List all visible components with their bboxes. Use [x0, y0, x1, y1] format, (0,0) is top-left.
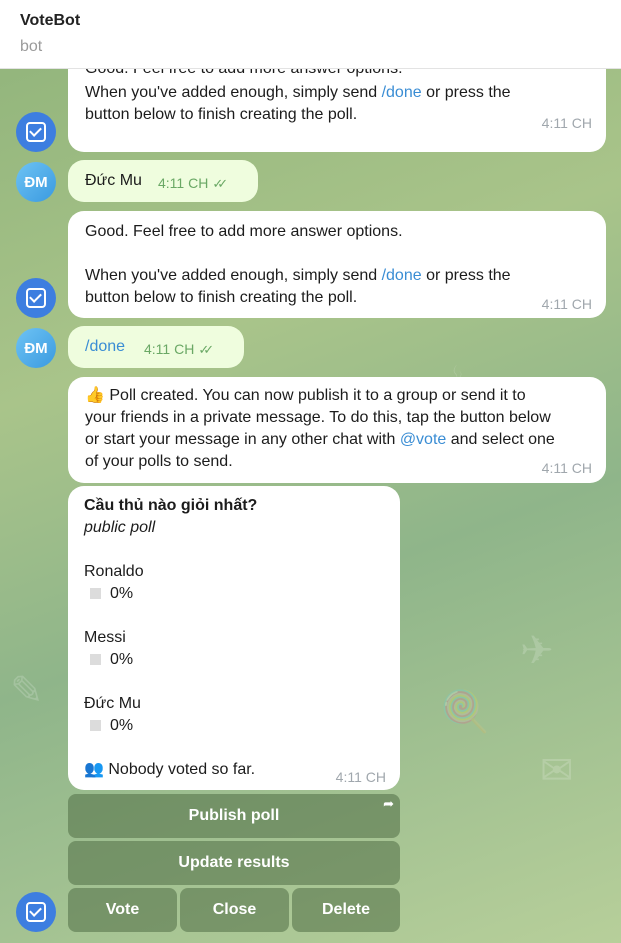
message-time: 4:11 CH ✓✓	[158, 175, 228, 191]
poll-option-percent: 0%	[110, 651, 134, 668]
poll-option-percent: 0%	[110, 585, 134, 602]
chat-area[interactable]: ☕ ✈ 🍭 ✉ ✎ Good. Feel free to add more an…	[0, 68, 621, 943]
delete-button[interactable]: Delete	[292, 888, 400, 932]
poll-footer: 👥 Nobody voted so far.	[84, 761, 256, 778]
command-link[interactable]: /done	[382, 84, 422, 101]
doodle-icon: ✎	[10, 669, 44, 713]
message-text: button below to finish creating the poll…	[85, 106, 358, 123]
message-bubble[interactable]: Good. Feel free to add more answer optio…	[68, 211, 606, 318]
poll-bubble[interactable]: Cầu thủ nào giỏi nhất? public poll Ronal…	[68, 486, 400, 790]
poll-option[interactable]: Ronaldo 0%	[84, 561, 144, 605]
message-time: 4:11 CH	[541, 460, 592, 476]
user-message-bubble[interactable]: /done 4:11 CH ✓✓	[68, 326, 244, 368]
message-text: your friends in a private message. To do…	[85, 409, 551, 426]
message-text: of your polls to send.	[85, 453, 233, 470]
message-text: Good. Feel free to add more answer optio…	[85, 223, 403, 240]
command-link[interactable]: /done	[382, 267, 422, 284]
poll-type: public poll	[84, 519, 156, 536]
message-time: 4:11 CH	[335, 769, 386, 785]
users-icon: 👥	[84, 761, 104, 778]
poll-option[interactable]: Đức Mu 0%	[84, 693, 141, 737]
user-avatar[interactable]: ĐM	[16, 162, 56, 202]
chat-title: VoteBot	[20, 12, 81, 29]
message-text: When you've added enough, simply send /d…	[85, 84, 511, 101]
checkbox-icon	[26, 902, 46, 922]
message-text: Good. Feel free to add more answer optio…	[85, 68, 403, 77]
poll-option-name: Ronaldo	[84, 563, 144, 580]
poll-option-name: Đức Mu	[84, 695, 141, 712]
mention-link[interactable]: @vote	[400, 431, 446, 448]
message-text: /done	[85, 338, 126, 355]
poll-option-percent: 0%	[110, 717, 134, 734]
user-message-bubble[interactable]: Đức Mu 4:11 CH ✓✓	[68, 160, 258, 202]
message-time: 4:11 CH	[541, 296, 592, 312]
poll-option[interactable]: Messi 0%	[84, 627, 133, 671]
bot-avatar[interactable]	[16, 892, 56, 932]
button-label: Close	[212, 901, 257, 918]
close-button[interactable]: Close	[180, 888, 289, 932]
message-text: Đức Mu	[85, 172, 142, 189]
checkbox-icon	[26, 288, 46, 308]
poll-bar	[90, 720, 101, 732]
message-text: 👍 Poll created. You can now publish it t…	[85, 387, 526, 404]
double-check-icon: ✓✓	[198, 342, 214, 357]
chat-subtitle: bot	[20, 38, 43, 55]
message-time: 4:11 CH	[541, 115, 592, 131]
bot-avatar[interactable]	[16, 278, 56, 318]
doodle-icon: ✉	[540, 749, 574, 793]
message-text: or start your message in any other chat …	[85, 431, 555, 448]
poll-question: Cầu thủ nào giỏi nhất?	[84, 497, 258, 514]
message-bubble[interactable]: Good. Feel free to add more answer optio…	[68, 68, 606, 152]
poll-bar	[90, 588, 101, 600]
chat-header[interactable]: VoteBot bot	[0, 0, 621, 69]
message-bubble[interactable]: 👍 Poll created. You can now publish it t…	[68, 377, 606, 483]
publish-poll-button[interactable]: Publish poll ➦	[68, 794, 400, 838]
button-label: Vote	[105, 901, 140, 918]
share-arrow-icon: ➦	[383, 796, 394, 811]
button-label: Delete	[321, 901, 371, 918]
double-check-icon: ✓✓	[212, 176, 228, 191]
message-text: button below to finish creating the poll…	[85, 289, 358, 306]
checkbox-icon	[26, 122, 46, 142]
thumbs-up-icon: 👍	[85, 387, 105, 404]
doodle-icon: ✈	[520, 629, 554, 673]
button-label: Publish poll	[188, 807, 280, 824]
vote-button[interactable]: Vote	[68, 888, 177, 932]
message-text: When you've added enough, simply send /d…	[85, 267, 511, 284]
user-avatar[interactable]: ĐM	[16, 328, 56, 368]
doodle-icon: 🍭	[440, 690, 490, 734]
bot-avatar[interactable]	[16, 112, 56, 152]
update-results-button[interactable]: Update results	[68, 841, 400, 885]
poll-option-name: Messi	[84, 629, 126, 646]
button-label: Update results	[178, 854, 290, 871]
poll-bar	[90, 654, 101, 666]
message-time: 4:11 CH ✓✓	[144, 341, 214, 357]
